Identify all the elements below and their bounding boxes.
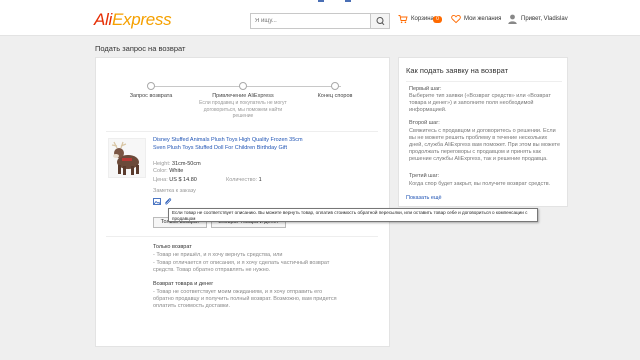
divider: [406, 81, 562, 82]
cart-count-badge: 0: [433, 16, 442, 23]
section-line: - Товар не пришёл, и я хочу вернуть сред…: [153, 252, 283, 258]
topbar-indicator: [318, 0, 324, 2]
product-image[interactable]: [108, 138, 146, 178]
step-label-aliexpress: Привлечение AliExpress: [212, 93, 274, 99]
how-to-step-2-label: Второй шаг:: [409, 120, 440, 126]
color-value: White: [169, 168, 184, 174]
step-label-closed: Конец споров: [317, 93, 353, 99]
how-to-title: Как подать заявку на возврат: [406, 66, 509, 75]
search-box: [250, 13, 390, 29]
product-qty: Количество: 1: [226, 177, 262, 183]
price-label: Цена:: [153, 177, 168, 183]
logo-part-ali: Ali: [94, 10, 112, 29]
section-line: - Товар не соответствует моим ожиданиям,…: [153, 289, 337, 309]
height-label: Height:: [153, 161, 171, 167]
image-icon[interactable]: [153, 198, 161, 205]
section-line: - Товар отличается от описания, и я хочу…: [153, 260, 330, 273]
section-title-return-only: Только возврат: [153, 244, 192, 250]
step-dot-request: [147, 82, 155, 90]
search-icon: [376, 17, 385, 26]
divider: [106, 131, 378, 132]
how-to-step-1-text: Выберите тип заявки («Возврат средств» и…: [409, 93, 551, 113]
product-price: Цена: US $ 14.80: [153, 177, 197, 183]
how-to-step-2-text: Свяжитесь с продавцом и договоритесь о р…: [409, 128, 561, 162]
return-request-card: Запрос возврата Привлечение AliExpress Е…: [95, 57, 390, 347]
wishlist-link[interactable]: Мои желания: [464, 16, 501, 22]
cart-link[interactable]: Корзина: [411, 16, 434, 22]
order-note: Заметка к заказу: [153, 188, 196, 194]
top-bar: AliExpress Корзина 0 Мои желания Привет,…: [0, 0, 640, 36]
how-to-card: Как подать заявку на возврат Первый шаг:…: [398, 57, 568, 207]
aliexpress-logo[interactable]: AliExpress: [94, 10, 172, 30]
step-dot-closed: [331, 82, 339, 90]
show-more-link[interactable]: Показать ещё: [406, 195, 442, 201]
product-color: Color: White: [153, 168, 183, 174]
logo-part-express: Express: [112, 10, 172, 29]
section-title-return-goods: Возврат товара и денег: [153, 281, 214, 287]
how-to-step-1-label: Первый шаг:: [409, 86, 442, 92]
topbar-indicator: [345, 0, 351, 2]
product-title-link[interactable]: Disney Stuffed Animals Plush Toys High Q…: [153, 137, 308, 152]
cart-icon[interactable]: [398, 14, 408, 24]
search-input[interactable]: [251, 14, 371, 28]
user-icon: [508, 14, 517, 24]
how-to-step-3-label: Третий шаг:: [409, 173, 440, 179]
user-greeting[interactable]: Привет, Vladislav: [521, 16, 568, 22]
qty-label: Количество:: [226, 177, 258, 183]
step-note-aliexpress: Если продавец и покупатель не могут дого…: [199, 100, 287, 119]
page-title: Подать запрос на возврат: [95, 44, 186, 53]
step-label-request: Запрос возврата: [129, 93, 173, 99]
tooltip: Если товар не соответствует описанию. Вы…: [168, 208, 538, 222]
qty-value: 1: [258, 177, 262, 183]
divider: [106, 236, 378, 237]
color-label: Color:: [153, 168, 168, 174]
reindeer-toy-icon: [111, 141, 139, 175]
price-value: US $ 14.80: [169, 177, 197, 183]
heart-icon[interactable]: [451, 14, 461, 24]
step-dot-aliexpress: [239, 82, 247, 90]
product-height: Height: 31cm-50cm: [153, 161, 201, 167]
search-button[interactable]: [370, 14, 389, 28]
height-value: 31cm-50cm: [171, 161, 201, 167]
attachment-icon[interactable]: [164, 198, 172, 205]
how-to-step-3-text: Когда спор будет закрыт, вы получите воз…: [409, 181, 551, 187]
